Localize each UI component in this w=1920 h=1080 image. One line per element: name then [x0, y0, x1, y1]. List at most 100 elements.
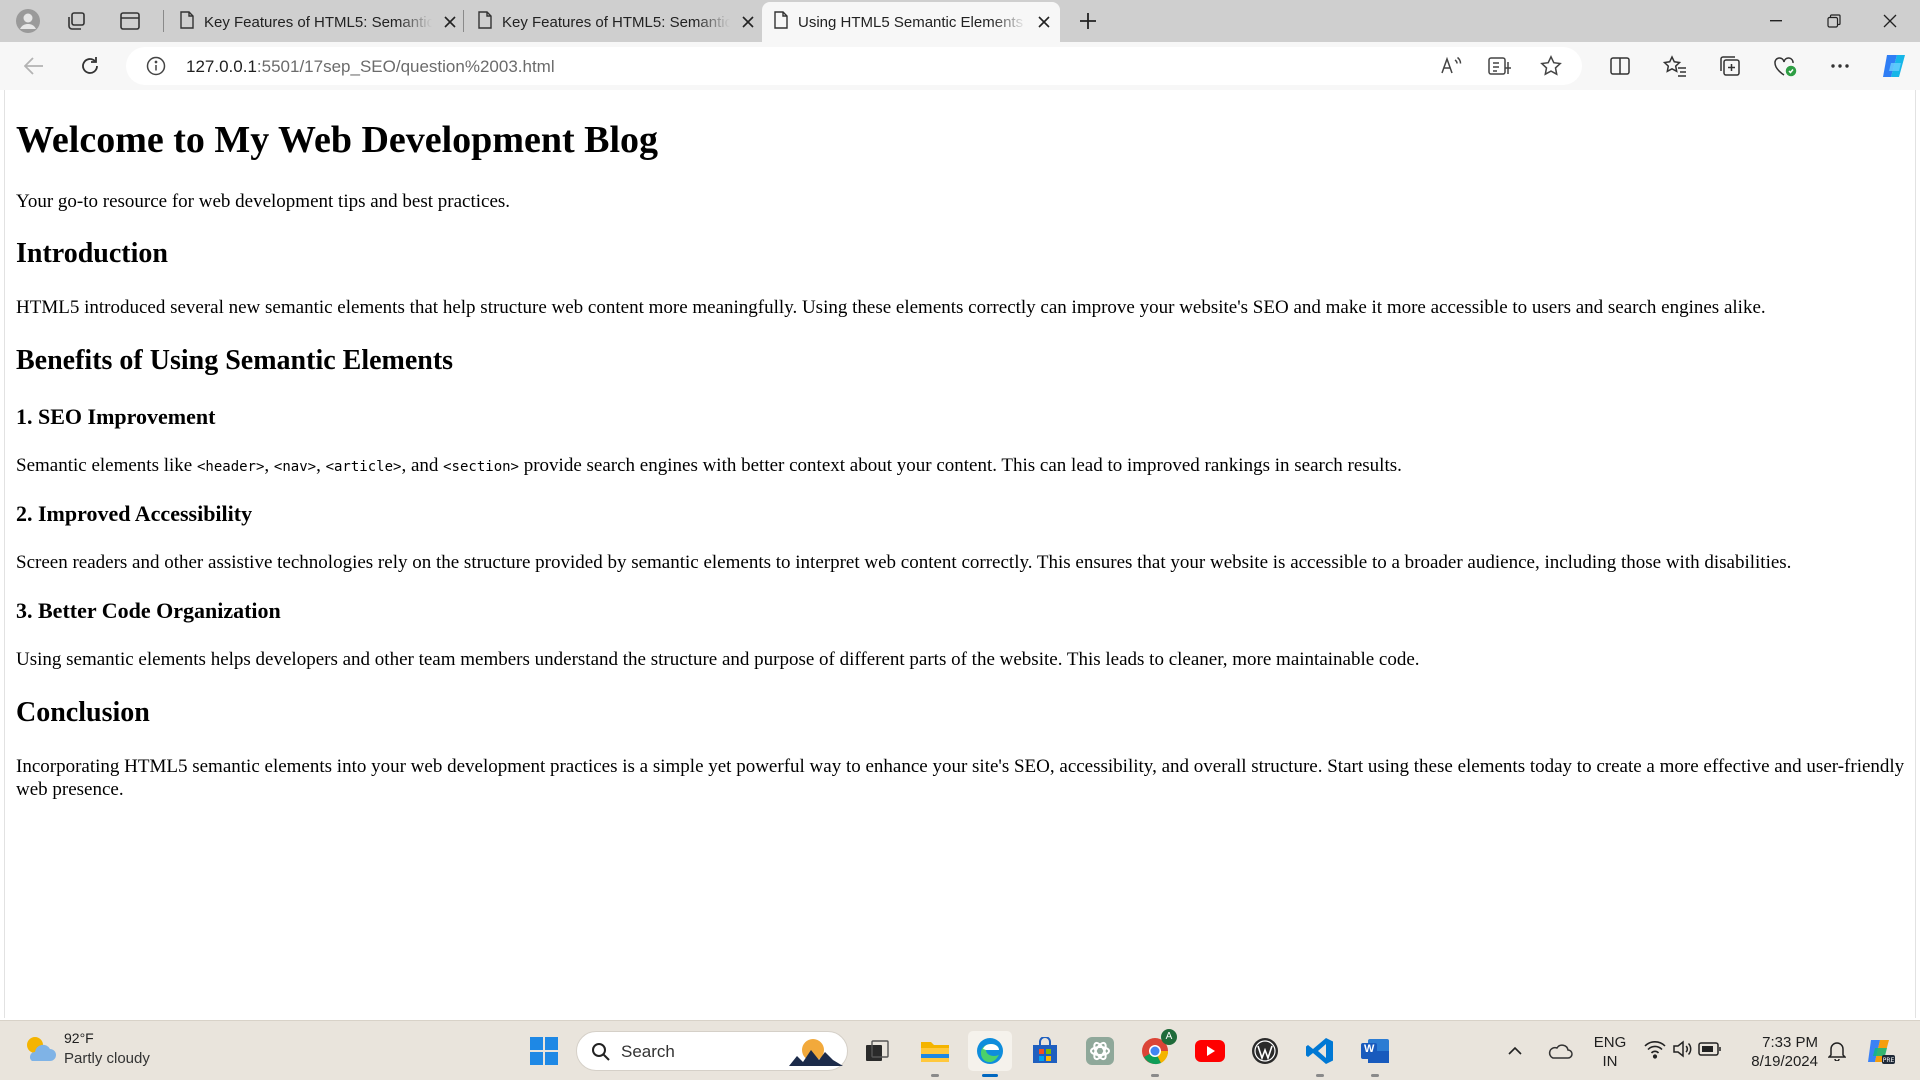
code-organization-heading: 3. Better Code Organization	[16, 598, 281, 623]
page-icon	[774, 11, 788, 33]
notification-bell-icon[interactable]	[1822, 1031, 1852, 1071]
collections-icon[interactable]	[1710, 48, 1750, 84]
close-tab-icon[interactable]	[1032, 10, 1056, 34]
url-text[interactable]: 127.0.0.1:5501/17sep_SEO/question%2003.h…	[186, 57, 555, 77]
separator-text: ,	[264, 455, 274, 476]
page-viewport: Welcome to My Web Development Blog Your …	[4, 90, 1916, 1018]
clock[interactable]: 7:33 PM 8/19/2024	[1738, 1033, 1818, 1071]
tab-separator	[163, 10, 164, 32]
clock-date: 8/19/2024	[1751, 1053, 1818, 1070]
clock-time: 7:33 PM	[1762, 1034, 1818, 1051]
split-screen-icon[interactable]	[1600, 48, 1640, 84]
favorite-star-icon[interactable]	[1540, 55, 1562, 82]
code-organization-text: Using semantic elements helps developers…	[16, 649, 1420, 670]
page-icon	[180, 11, 194, 33]
browser-essentials-icon[interactable]	[1765, 48, 1805, 84]
tab-separator	[463, 10, 464, 32]
code-article-tag: <article>	[325, 459, 402, 475]
file-explorer-icon[interactable]	[913, 1031, 957, 1077]
youtube-icon[interactable]	[1188, 1031, 1232, 1071]
word-icon[interactable]: W	[1353, 1031, 1397, 1077]
accessibility-text: Screen readers and other assistive techn…	[16, 552, 1792, 573]
language-indicator[interactable]: ENG IN	[1592, 1033, 1628, 1071]
read-aloud-icon[interactable]	[1440, 55, 1462, 82]
running-indicator	[1316, 1074, 1324, 1077]
language-code: ENG	[1593, 1034, 1627, 1051]
browser-title-bar: Key Features of HTML5: Semantic Elements…	[0, 0, 1920, 42]
workspaces-icon[interactable]	[56, 6, 96, 36]
refresh-icon[interactable]	[70, 48, 110, 84]
weather-temp: 92°F	[64, 1030, 94, 1046]
edge-icon[interactable]	[968, 1031, 1012, 1077]
tab-title: Using HTML5 Semantic Elements for SEO	[798, 13, 1026, 31]
tab-3-active[interactable]: Using HTML5 Semantic Elements for SEO	[762, 2, 1060, 42]
running-indicator	[1151, 1074, 1159, 1077]
code-nav-tag: <nav>	[273, 459, 317, 475]
search-icon	[591, 1042, 611, 1067]
start-button[interactable]	[522, 1031, 566, 1071]
windows-taskbar: 92°F Partly cloudy Search A W ENG IN 7:3…	[0, 1020, 1920, 1080]
svg-text:PRE: PRE	[1883, 1057, 1895, 1064]
copilot-taskbar-icon[interactable]: PRE	[1858, 1031, 1902, 1071]
url-path: :5501/17sep_SEO/question%2003.html	[256, 57, 555, 76]
benefits-heading: Benefits of Using Semantic Elements	[16, 345, 454, 376]
running-indicator	[982, 1074, 998, 1077]
search-label: Search	[621, 1042, 675, 1061]
microsoft-store-icon[interactable]	[1023, 1031, 1067, 1071]
weather-desc: Partly cloudy	[64, 1050, 150, 1067]
immersive-reader-icon[interactable]	[1488, 55, 1512, 82]
seo-improvement-text: Semantic elements like <header>, <nav> , …	[16, 454, 1906, 479]
search-highlight-icon	[787, 1034, 845, 1073]
tab-2[interactable]: Key Features of HTML5: Semantic Elements	[466, 2, 762, 42]
chrome-profile-badge: A	[1161, 1029, 1177, 1045]
copilot-icon[interactable]	[1874, 48, 1914, 84]
partly-cloudy-icon	[22, 1033, 56, 1070]
new-tab-icon[interactable]	[1068, 6, 1108, 36]
vscode-icon[interactable]	[1298, 1031, 1342, 1077]
show-hidden-icons-chevron-icon[interactable]	[1498, 1031, 1532, 1071]
taskbar-search-box[interactable]: Search	[576, 1031, 848, 1071]
chatgpt-icon[interactable]	[1078, 1031, 1122, 1071]
battery-icon	[1698, 1041, 1722, 1062]
separator-text: ,	[316, 455, 326, 476]
separator-text: , and	[401, 455, 444, 476]
profile-icon[interactable]	[8, 6, 48, 36]
seo-text-intro: Semantic elements like	[16, 455, 197, 476]
volume-icon	[1672, 1039, 1692, 1064]
page-title: Welcome to My Web Development Blog	[16, 119, 659, 161]
address-bar[interactable]: 127.0.0.1:5501/17sep_SEO/question%2003.h…	[126, 47, 1582, 85]
running-indicator	[1371, 1074, 1379, 1077]
page-icon	[478, 11, 492, 33]
tab-title: Key Features of HTML5: Semantic Elements	[204, 13, 432, 31]
vertical-tabs-icon[interactable]	[110, 6, 150, 36]
conclusion-text: Incorporating HTML5 semantic elements in…	[16, 756, 1905, 800]
seo-text-rest: provide search engines with better conte…	[518, 455, 1402, 476]
restore-icon[interactable]	[1806, 0, 1862, 42]
back-icon[interactable]	[14, 48, 54, 84]
favorites-icon[interactable]	[1655, 48, 1695, 84]
more-options-icon[interactable]	[1820, 48, 1860, 84]
onedrive-icon[interactable]	[1540, 1031, 1580, 1071]
task-view-icon[interactable]	[855, 1031, 899, 1071]
tab-title: Key Features of HTML5: Semantic Elements	[502, 13, 730, 31]
accessibility-heading: 2. Improved Accessibility	[16, 501, 253, 526]
wifi-icon	[1644, 1039, 1666, 1064]
quick-settings[interactable]	[1644, 1039, 1722, 1063]
url-host: 127.0.0.1	[186, 57, 257, 76]
minimize-icon[interactable]	[1748, 0, 1804, 42]
chrome-icon[interactable]: A	[1133, 1029, 1177, 1077]
seo-improvement-heading: 1. SEO Improvement	[16, 404, 216, 429]
wordpress-icon[interactable]	[1243, 1031, 1287, 1071]
code-section-tag: <section>	[443, 459, 519, 475]
running-indicator	[931, 1074, 939, 1077]
introduction-heading: Introduction	[16, 238, 168, 269]
close-tab-icon[interactable]	[736, 10, 760, 34]
word-letter: W	[1364, 1043, 1375, 1055]
region-code: IN	[1602, 1053, 1618, 1070]
browser-toolbar: 127.0.0.1:5501/17sep_SEO/question%2003.h…	[0, 42, 1920, 90]
tab-1[interactable]: Key Features of HTML5: Semantic Elements	[168, 2, 464, 42]
close-tab-icon[interactable]	[438, 10, 462, 34]
site-info-icon[interactable]	[146, 56, 166, 81]
weather-widget[interactable]: 92°F Partly cloudy	[18, 1029, 218, 1073]
close-window-icon[interactable]	[1862, 0, 1918, 42]
